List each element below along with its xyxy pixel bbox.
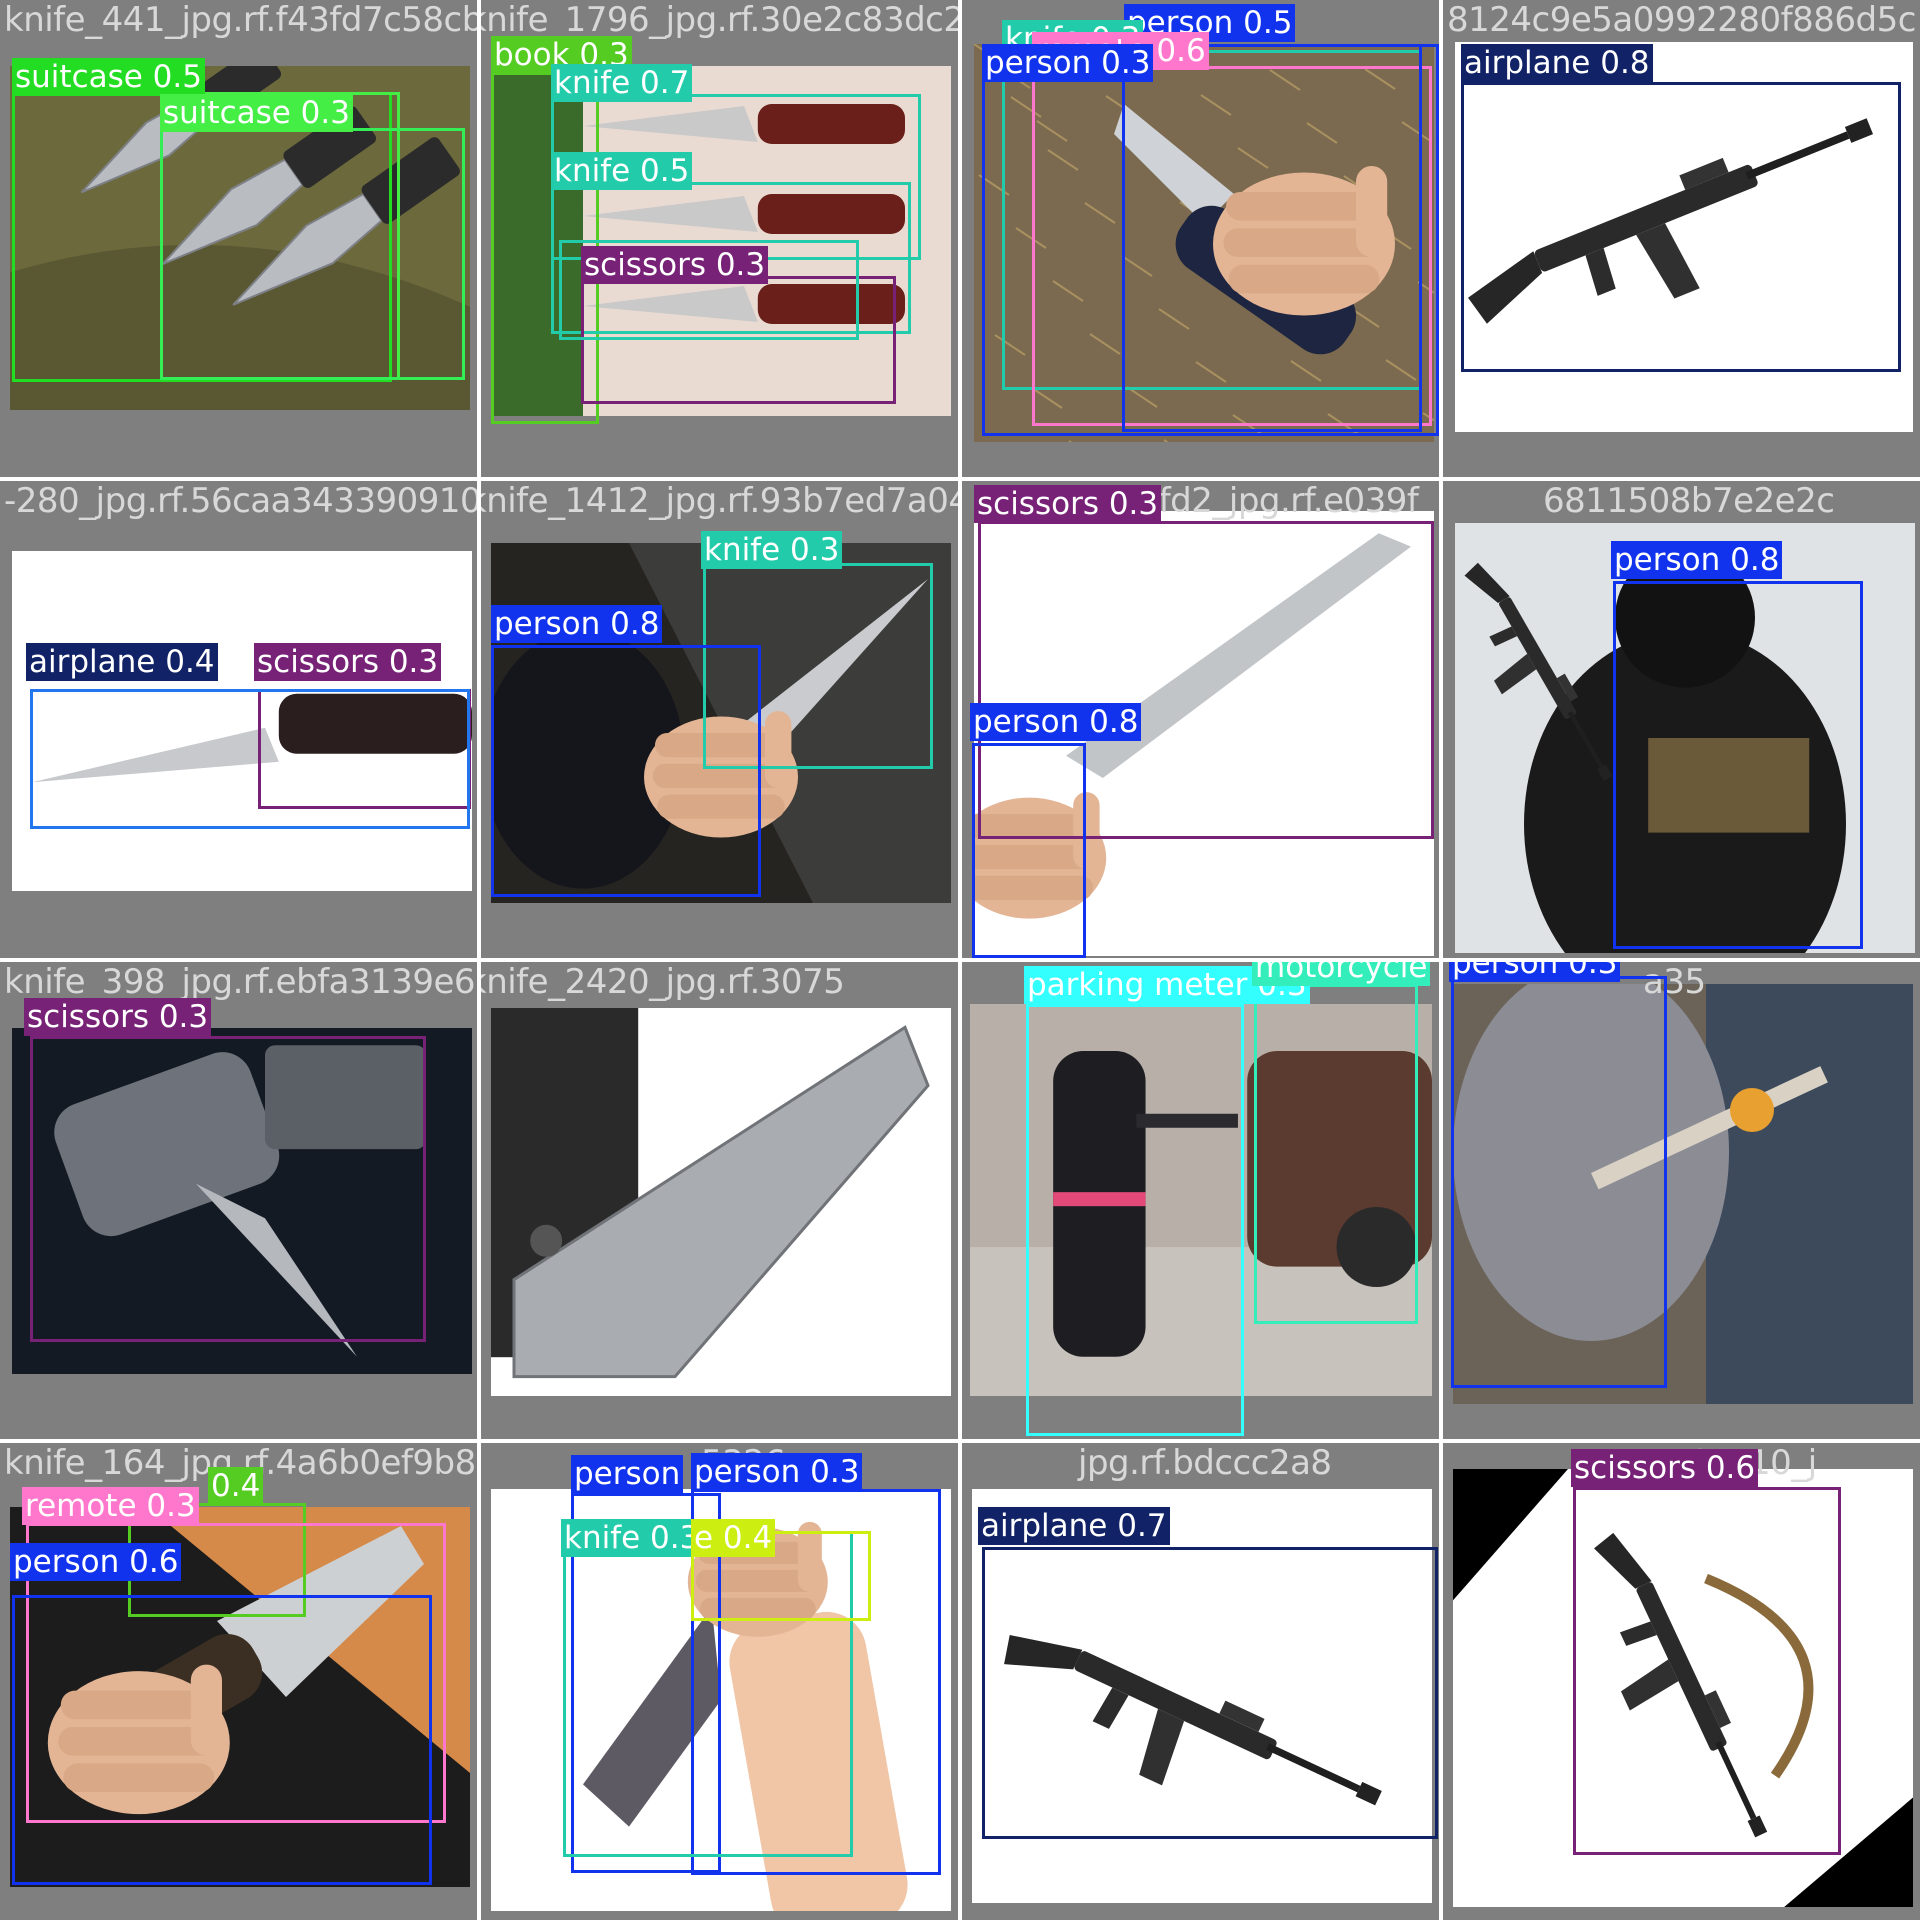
- tile-filename: -280_jpg.rf.56caa343390910: [4, 481, 477, 521]
- detection-label: scissors 0.3: [24, 998, 212, 1036]
- mosaic-tile: jpg.rf.bdccc2a8 airplane 0.7: [962, 1443, 1439, 1920]
- tile-photo: [1455, 523, 1915, 953]
- tile-photo: [491, 543, 951, 903]
- detection-label: person 0.8: [1611, 541, 1783, 579]
- mosaic-tile: a35 person 0.3: [1443, 962, 1920, 1439]
- detection-label: scissors 0.6: [1571, 1449, 1759, 1487]
- tile-photo: [12, 1028, 472, 1374]
- detection-label: suitcase 0.5: [12, 58, 205, 96]
- detection-label: airplane 0.8: [1461, 44, 1653, 82]
- mosaic-tile: knife_164_jpg.rf.4a6b0ef9b8 0.4 remote 0.3…: [0, 1443, 477, 1920]
- detection-label: person 0.8: [970, 703, 1142, 741]
- detection-label: person 0.3: [1449, 962, 1621, 982]
- tile-photo: [1453, 984, 1913, 1404]
- detection-label: person: [571, 1455, 684, 1493]
- detection-label: person 0.6: [10, 1543, 182, 1581]
- detection-label: scissors 0.3: [974, 485, 1162, 523]
- detection-label: knife 0.5: [551, 152, 693, 190]
- tile-photo: [970, 1004, 1432, 1396]
- tile-photo: [491, 66, 951, 416]
- tile-photo: [1455, 42, 1913, 432]
- mosaic-tile: knife_398_jpg.rf.ebfa3139e6 scissors 0.3: [0, 962, 477, 1439]
- mosaic-tile: 9938fefperson 0.5knife 0.3remote 0.6pers…: [962, 0, 1439, 477]
- mosaic-tile: knife_2fd2_jpg.rf.e039f scissors 0.3 perso…: [962, 481, 1439, 958]
- mosaic-tile: 3e9dparking meter 0.3motorcycle: [962, 962, 1439, 1439]
- tile-filename: 8124c9e5a0992280f886d5c: [1447, 0, 1916, 40]
- tile-filename: knife_2420_jpg.rf.3075: [481, 962, 845, 1002]
- detection-label: person 0.3: [982, 44, 1154, 82]
- tile-filename: 6811508b7e2e2c: [1543, 481, 1835, 521]
- tile-photo: [12, 551, 472, 891]
- detection-label: suitcase 0.3: [160, 94, 353, 132]
- tile-filename: knife_1412_jpg.rf.93b7ed7a042: [481, 481, 958, 521]
- mosaic-tile: -280_jpg.rf.56caa343390910 airplane 0.4 sc…: [0, 481, 477, 958]
- detection-label: airplane 0.4: [26, 643, 218, 681]
- detection-label: airplane 0.7: [978, 1507, 1170, 1545]
- mosaic-tile: knife_2420_jpg.rf.3075: [481, 962, 958, 1439]
- mosaic-tile: 6811508b7e2e2c person 0.8: [1443, 481, 1920, 958]
- mosaic-tile: 8124c9e5a0992280f886d5c airplane 0.8: [1443, 0, 1920, 477]
- detection-label: 0.4: [208, 1467, 264, 1505]
- mosaic-tile: knife_1412_jpg.rf.93b7ed7a042knife 0.3 pe…: [481, 481, 958, 958]
- detection-label: person 0.3: [691, 1453, 863, 1491]
- mosaic-tile: knife_441_jpg.rf.f43fd7c58cb suitcase 0.5…: [0, 0, 477, 477]
- detection-label: knife 0.3: [701, 531, 843, 569]
- tile-photo: [974, 44, 1434, 442]
- detection-label: scissors 0.3: [581, 246, 769, 284]
- detection-label: scissors 0.3: [254, 643, 442, 681]
- tile-filename: knife_441_jpg.rf.f43fd7c58cb: [4, 0, 477, 40]
- tile-filename: jpg.rf.bdccc2a8: [1078, 1443, 1332, 1483]
- tile-photo: [491, 1008, 951, 1396]
- detection-label: motorcycle: [1252, 962, 1431, 986]
- mosaic-tile: 5326personperson 0.3knife 0.3e 0.4: [481, 1443, 958, 1920]
- detection-label: knife 0.7: [551, 64, 693, 102]
- detection-label: knife 0.3: [561, 1519, 703, 1557]
- tile-photo: [972, 1489, 1432, 1903]
- detection-label: e 0.4: [691, 1519, 776, 1557]
- tile-filename: knife_398_jpg.rf.ebfa3139e6: [4, 962, 476, 1002]
- detection-label: person 0.8: [491, 605, 663, 643]
- tile-filename: a35: [1643, 962, 1706, 1002]
- tile-filename: knife_1796_jpg.rf.30e2c83dc2e: [481, 0, 958, 40]
- detection-label: remote 0.3: [22, 1487, 199, 1525]
- mosaic-tile: s20_10_jscissors 0.6: [1443, 1443, 1920, 1920]
- tile-photo: [1453, 1469, 1913, 1907]
- detection-mosaic: knife_441_jpg.rf.f43fd7c58cb suitcase 0.5…: [0, 0, 1920, 1920]
- mosaic-tile: knife_1796_jpg.rf.30e2c83dc2e book 0.3 kni…: [481, 0, 958, 477]
